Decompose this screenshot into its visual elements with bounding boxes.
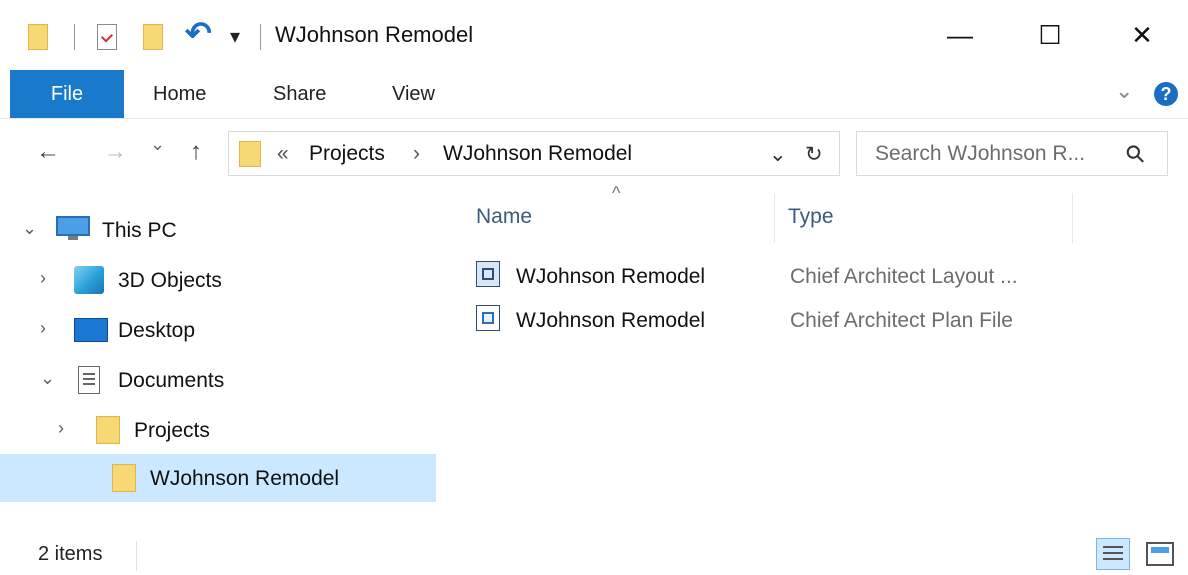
file-type: Chief Architect Plan File: [790, 309, 1013, 332]
minimize-button[interactable]: —: [928, 0, 992, 70]
breadcrumb-overflow[interactable]: «: [277, 142, 289, 166]
tree-item-label: Documents: [118, 369, 225, 392]
tab-home[interactable]: Home: [153, 70, 206, 118]
table-row[interactable]: WJohnson Remodel Chief Architect Plan Fi…: [472, 303, 1072, 337]
address-dropdown-icon[interactable]: ⌄: [769, 142, 787, 167]
undo-icon[interactable]: ↶: [185, 14, 212, 52]
tree-item-this-pc[interactable]: ⌄ This PC: [0, 206, 436, 254]
search-box[interactable]: Search WJohnson R... ⚲: [856, 131, 1168, 176]
qat-customize-icon[interactable]: ▾: [230, 24, 240, 49]
tab-view[interactable]: View: [392, 70, 435, 118]
breadcrumb-current[interactable]: WJohnson Remodel: [443, 142, 632, 166]
up-button[interactable]: ↑: [190, 138, 202, 166]
details-view-button[interactable]: [1096, 538, 1130, 570]
file-list: ^ Name Type WJohnson Remodel Chief Archi…: [436, 183, 1188, 525]
help-icon[interactable]: ?: [1154, 82, 1178, 106]
document-icon: [78, 366, 100, 394]
table-row[interactable]: WJohnson Remodel Chief Architect Layout …: [472, 259, 1072, 293]
tree-item-label: Projects: [134, 419, 210, 442]
status-item-count: 2 items: [38, 543, 103, 565]
chevron-right-icon[interactable]: ›: [58, 418, 64, 439]
chevron-down-icon[interactable]: ⌄: [22, 218, 37, 239]
maximize-button[interactable]: ☐: [1018, 0, 1082, 70]
search-input[interactable]: Search WJohnson R...: [875, 142, 1085, 166]
tree-item-projects[interactable]: › Projects: [0, 406, 436, 454]
chevron-right-icon[interactable]: ›: [40, 318, 46, 339]
chevron-down-icon[interactable]: ⌄: [40, 368, 55, 389]
properties-icon[interactable]: [97, 24, 117, 50]
recent-locations-button[interactable]: ⌄: [150, 134, 165, 155]
sort-ascending-icon: ^: [612, 183, 621, 203]
tree-item-desktop[interactable]: › Desktop: [0, 306, 436, 354]
qat-separator: [74, 24, 75, 50]
ribbon-tabs: File Home Share View ⌄ ?: [0, 70, 1188, 119]
tree-item-label: 3D Objects: [118, 269, 222, 292]
close-button[interactable]: ✕: [1110, 0, 1174, 70]
cube-icon: [74, 266, 104, 294]
folder-icon: [96, 416, 120, 444]
folder-icon: [28, 24, 48, 50]
tree-item-label: WJohnson Remodel: [150, 467, 340, 490]
tree-item-label: This PC: [102, 219, 177, 242]
window-title: WJohnson Remodel: [275, 22, 474, 47]
qat-separator: [260, 24, 261, 50]
navigation-pane: ⌄ This PC › 3D Objects › Desktop ⌄ Docum…: [0, 190, 436, 520]
tree-item-wjohnson-remodel[interactable]: WJohnson Remodel: [0, 454, 436, 502]
folder-icon: [112, 464, 136, 492]
back-button[interactable]: ←: [36, 138, 60, 166]
column-header-name[interactable]: Name: [476, 205, 532, 229]
desktop-icon: [74, 318, 108, 342]
computer-icon: [56, 216, 92, 240]
tree-item-documents[interactable]: ⌄ Documents: [0, 356, 436, 404]
file-type: Chief Architect Layout ...: [790, 265, 1018, 288]
breadcrumb-projects[interactable]: Projects: [309, 142, 385, 166]
tree-item-3d-objects[interactable]: › 3D Objects: [0, 256, 436, 304]
tree-item-label: Desktop: [118, 319, 196, 342]
chevron-right-icon[interactable]: ›: [40, 268, 46, 289]
large-icons-view-button[interactable]: [1146, 542, 1174, 566]
title-bar: ↶ ▾ WJohnson Remodel — ☐ ✕: [0, 0, 1188, 70]
layout-file-icon: [476, 261, 500, 287]
folder-icon: [239, 141, 261, 167]
column-divider[interactable]: [1072, 193, 1073, 243]
search-icon[interactable]: ⚲: [1119, 138, 1152, 171]
column-divider[interactable]: [774, 193, 775, 243]
tab-share[interactable]: Share: [273, 70, 326, 118]
file-name: WJohnson Remodel: [516, 309, 706, 332]
status-separator: [136, 541, 137, 571]
address-bar[interactable]: « Projects › WJohnson Remodel ⌄ ↻: [228, 131, 840, 176]
plan-file-icon: [476, 305, 500, 331]
new-folder-icon[interactable]: [143, 24, 163, 50]
breadcrumb-separator[interactable]: ›: [413, 142, 420, 166]
tab-file[interactable]: File: [10, 70, 124, 118]
column-header-type[interactable]: Type: [788, 205, 834, 229]
refresh-icon[interactable]: ↻: [805, 142, 823, 167]
file-name: WJohnson Remodel: [516, 265, 706, 288]
expand-ribbon-icon[interactable]: ⌄: [1115, 78, 1133, 104]
forward-button[interactable]: →: [103, 138, 127, 166]
